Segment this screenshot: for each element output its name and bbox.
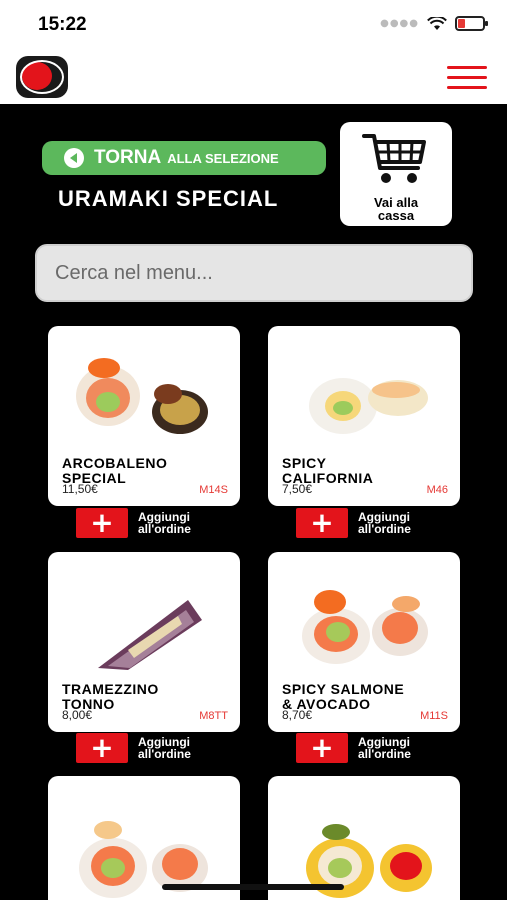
product-price: 8,00€	[62, 708, 93, 722]
checkout-label-line2: cassa	[377, 208, 415, 223]
back-button-sub-label: ALLA SELEZIONE	[167, 150, 279, 166]
add-to-order-button[interactable]: + Aggiungi all'ordine	[76, 733, 191, 763]
product-image	[98, 600, 202, 670]
product-price: 8,70€	[282, 708, 313, 722]
product-card[interactable]: SPICY CALIFORNIA 7,50€ M46	[268, 326, 460, 506]
add-to-order-label: Aggiungi all'ordine	[138, 510, 191, 536]
shopping-cart-icon	[362, 134, 426, 183]
logo-icon[interactable]	[16, 56, 68, 98]
back-to-selection-button[interactable]: TORNA ALLA SELEZIONE	[42, 141, 326, 175]
product-image	[76, 358, 208, 434]
signal-icon: ●●●●	[380, 18, 419, 29]
plus-icon: +	[76, 508, 128, 538]
product-price: 7,50€	[282, 482, 313, 496]
product-code: M46	[426, 484, 448, 496]
battery-icon	[455, 16, 488, 31]
add-to-order-button[interactable]: + Aggiungi all'ordine	[76, 508, 191, 538]
add-to-order-label: Aggiungi all'ordine	[138, 735, 191, 761]
product-image	[302, 590, 428, 664]
plus-icon: +	[76, 733, 128, 763]
add-to-order-label: Aggiungi all'ordine	[358, 735, 411, 761]
add-to-order-button[interactable]: + Aggiungi all'ordine	[296, 733, 411, 763]
menu-hamburger-icon[interactable]	[447, 66, 487, 90]
add-to-order-label: Aggiungi all'ordine	[358, 510, 411, 536]
product-card[interactable]: ARCOBALENO SPECIAL 11,50€ M14S	[48, 326, 240, 506]
checkout-label: Vai alla cassa	[340, 196, 452, 222]
product-card[interactable]: SPICY SALMONE & AVOCADO 8,70€ M11S	[268, 552, 460, 732]
product-card[interactable]	[48, 776, 240, 900]
add-to-order-button[interactable]: + Aggiungi all'ordine	[296, 508, 411, 538]
status-icons: ●●●●	[380, 16, 488, 31]
product-price: 11,50€	[62, 482, 98, 496]
product-code: M14S	[199, 484, 228, 496]
app-header	[0, 48, 507, 104]
plus-icon: +	[296, 733, 348, 763]
menu-search-input[interactable]	[35, 244, 473, 302]
back-button-main-label: TORNA	[94, 147, 162, 168]
product-image	[309, 378, 428, 434]
home-indicator[interactable]	[162, 884, 344, 890]
back-arrow-icon	[64, 148, 84, 168]
category-title: URAMAKI SPECIAL	[58, 186, 279, 211]
wifi-icon	[427, 16, 447, 30]
product-card[interactable]: TRAMEZZINO TONNO 8,00€ M8TT	[48, 552, 240, 732]
status-time: 15:22	[38, 14, 87, 35]
product-code: M11S	[420, 710, 448, 722]
plus-icon: +	[296, 508, 348, 538]
product-card[interactable]	[268, 776, 460, 900]
checkout-button[interactable]: Vai alla cassa	[340, 122, 452, 226]
product-code: M8TT	[199, 710, 228, 722]
status-bar: 15:22 ●●●●	[0, 0, 507, 48]
